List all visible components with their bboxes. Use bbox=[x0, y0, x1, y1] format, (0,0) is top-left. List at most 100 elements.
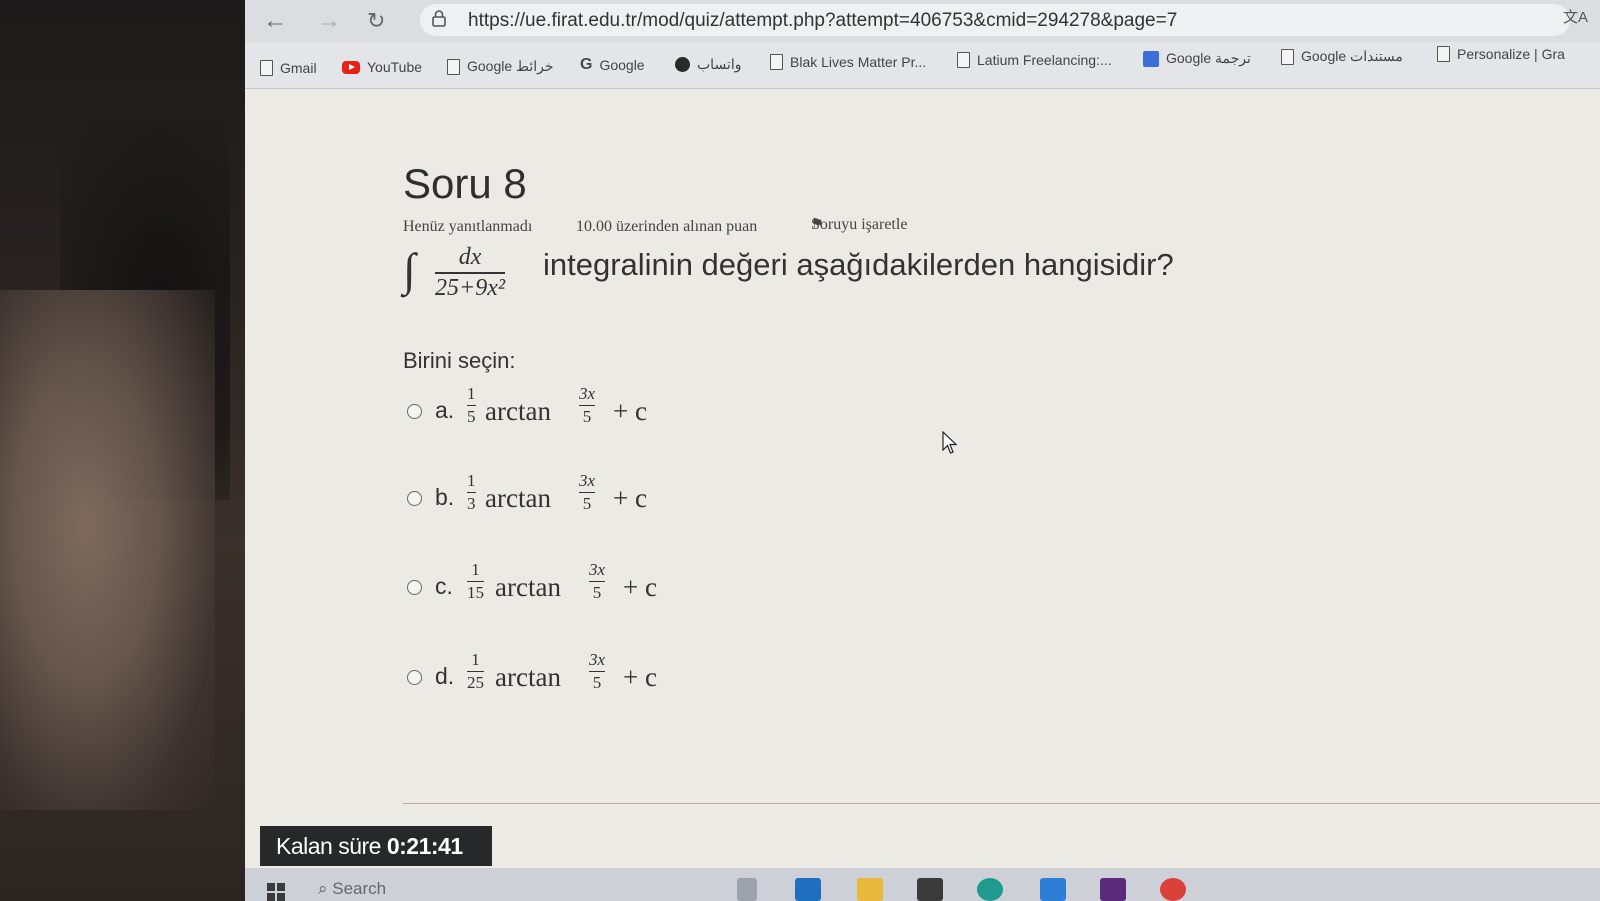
edge-icon[interactable] bbox=[977, 878, 1003, 901]
fraction-bar bbox=[467, 580, 484, 583]
constant-term: + c bbox=[623, 572, 657, 602]
integral-sign: ∫ bbox=[403, 244, 416, 295]
bookmarks-bar: Gmail YouTube Google خرائط G Google واتس… bbox=[245, 42, 1600, 89]
coef-denominator: 25 bbox=[467, 673, 484, 693]
answer-option-d[interactable]: d. 1 25 arctan 3x 5 + c bbox=[407, 650, 767, 701]
url-text[interactable]: https://ue.firat.edu.tr/mod/quiz/attempt… bbox=[468, 10, 1177, 32]
reload-icon[interactable]: ↻ bbox=[367, 10, 385, 32]
question-points: 10.00 üzerinden alınan puan bbox=[576, 218, 758, 235]
timer-value: 0:21:41 bbox=[386, 833, 463, 859]
answer-prompt: Birini seçin: bbox=[403, 348, 516, 373]
fraction-bar bbox=[579, 404, 596, 407]
bookmark-label: Blak Lives Matter Pr... bbox=[790, 54, 927, 70]
answer-status: Henüz yanıtlanmadı bbox=[403, 218, 533, 235]
bookmark-label: YouTube bbox=[367, 59, 423, 75]
arg-numerator: 3x bbox=[579, 471, 596, 490]
function-name: arctan bbox=[495, 572, 561, 602]
file-explorer-icon[interactable] bbox=[857, 878, 883, 901]
intellij-icon[interactable] bbox=[1100, 878, 1126, 901]
coefficient-fraction: 1 15 bbox=[467, 561, 484, 602]
windows-start-icon[interactable] bbox=[267, 883, 285, 901]
fraction-bar bbox=[467, 404, 476, 407]
bookmark-label: Google ترجمة bbox=[1166, 50, 1251, 66]
page-icon bbox=[447, 58, 460, 75]
coef-denominator: 5 bbox=[467, 407, 476, 427]
bookmark-personalize[interactable]: Personalize | Gra bbox=[1437, 46, 1565, 62]
constant-term: + c bbox=[623, 662, 657, 692]
chrome-icon[interactable] bbox=[1160, 878, 1186, 901]
bookmark-google[interactable]: G Google bbox=[580, 56, 645, 74]
arg-denominator: 5 bbox=[592, 583, 602, 603]
bookmark-google-docs[interactable]: Google مستندات bbox=[1281, 48, 1403, 65]
task-view-icon[interactable] bbox=[737, 878, 757, 901]
coef-numerator: 1 bbox=[471, 560, 480, 579]
answer-option-b[interactable]: b. 1 3 arctan 3x 5 + c bbox=[407, 471, 767, 522]
radio-button[interactable] bbox=[407, 670, 422, 685]
google-icon: G bbox=[580, 56, 593, 73]
option-letter: d. bbox=[435, 663, 455, 689]
radio-button[interactable] bbox=[407, 580, 422, 595]
answer-option-c[interactable]: c. 1 15 arctan 3x 5 + c bbox=[407, 560, 767, 611]
bookmark-label: Personalize | Gra bbox=[1457, 46, 1565, 62]
timer-label: Kalan süre bbox=[276, 833, 381, 859]
mouse-pointer-icon bbox=[942, 431, 958, 454]
arg-denominator: 5 bbox=[582, 494, 592, 514]
bookmark-label: Google bbox=[599, 57, 645, 73]
bookmark-gmail[interactable]: Gmail bbox=[260, 60, 317, 76]
page-icon bbox=[770, 54, 783, 70]
coef-numerator: 1 bbox=[467, 384, 476, 403]
google-translate-icon bbox=[1143, 50, 1159, 67]
function-name: arctan bbox=[495, 662, 561, 692]
coef-numerator: 1 bbox=[471, 650, 480, 669]
integrand-denominator: 25+9x² bbox=[435, 274, 506, 301]
arg-numerator: 3x bbox=[589, 560, 606, 579]
bookmark-google-translate[interactable]: Google ترجمة bbox=[1143, 50, 1251, 67]
coef-denominator: 15 bbox=[467, 583, 484, 603]
bookmark-label: واتساب bbox=[697, 56, 742, 72]
store-icon[interactable] bbox=[917, 878, 943, 901]
question-sentence: integralinin değeri aşağıdakilerden hang… bbox=[543, 247, 1174, 282]
integrand-fraction: dx 25+9x² bbox=[435, 244, 506, 301]
function-name: arctan bbox=[485, 483, 551, 513]
forward-arrow-icon[interactable]: → bbox=[317, 9, 341, 33]
arg-denominator: 5 bbox=[592, 673, 602, 693]
translate-page-icon[interactable]: 文A bbox=[1563, 6, 1588, 27]
arg-numerator: 3x bbox=[589, 650, 606, 669]
outlook-icon[interactable] bbox=[795, 878, 821, 901]
page-icon bbox=[957, 52, 970, 68]
taskbar-search[interactable]: ⌕ Search bbox=[318, 879, 386, 899]
answer-option-a[interactable]: a. 1 5 arctan 3x 5 + c bbox=[407, 385, 767, 435]
question-title: Soru 8 bbox=[403, 160, 527, 207]
function-name: arctan bbox=[485, 396, 551, 426]
taskbar-search-placeholder: Search bbox=[332, 879, 387, 898]
mail-icon[interactable] bbox=[1040, 878, 1066, 901]
coefficient-fraction: 1 5 bbox=[467, 385, 476, 426]
fraction-bar bbox=[435, 272, 506, 274]
argument-fraction: 3x 5 bbox=[579, 385, 596, 426]
bookmark-label: Latium Freelancing:... bbox=[977, 52, 1112, 68]
radio-button[interactable] bbox=[407, 404, 422, 419]
youtube-icon bbox=[342, 60, 360, 74]
bookmark-google-maps[interactable]: Google خرائط bbox=[447, 58, 554, 75]
bookmark-blm[interactable]: Blak Lives Matter Pr... bbox=[770, 54, 926, 70]
lock-icon bbox=[432, 10, 446, 27]
coefficient-fraction: 1 3 bbox=[467, 472, 476, 513]
argument-fraction: 3x 5 bbox=[579, 471, 596, 514]
integrand-numerator: dx bbox=[458, 244, 482, 270]
radio-button[interactable] bbox=[407, 491, 422, 506]
whatsapp-icon bbox=[675, 57, 690, 72]
fraction-bar bbox=[589, 670, 606, 673]
page-icon bbox=[1437, 46, 1450, 62]
coef-denominator: 3 bbox=[467, 494, 476, 514]
omnibox[interactable]: https://ue.firat.edu.tr/mod/quiz/attempt… bbox=[420, 4, 1570, 36]
fraction-bar bbox=[467, 670, 484, 673]
content-divider bbox=[403, 803, 1600, 804]
bookmark-youtube[interactable]: YouTube bbox=[342, 59, 422, 75]
argument-fraction: 3x 5 bbox=[589, 560, 606, 603]
browser-window: ← → ↻ https://ue.firat.edu.tr/mod/quiz/a… bbox=[245, 0, 1600, 901]
bookmark-latium[interactable]: Latium Freelancing:... bbox=[957, 52, 1112, 68]
fraction-bar bbox=[579, 491, 596, 494]
quiz-timer: Kalan süre 0:21:41 bbox=[260, 826, 492, 866]
bookmark-whatsapp[interactable]: واتساب bbox=[675, 56, 741, 73]
back-arrow-icon[interactable]: ← bbox=[263, 9, 287, 33]
